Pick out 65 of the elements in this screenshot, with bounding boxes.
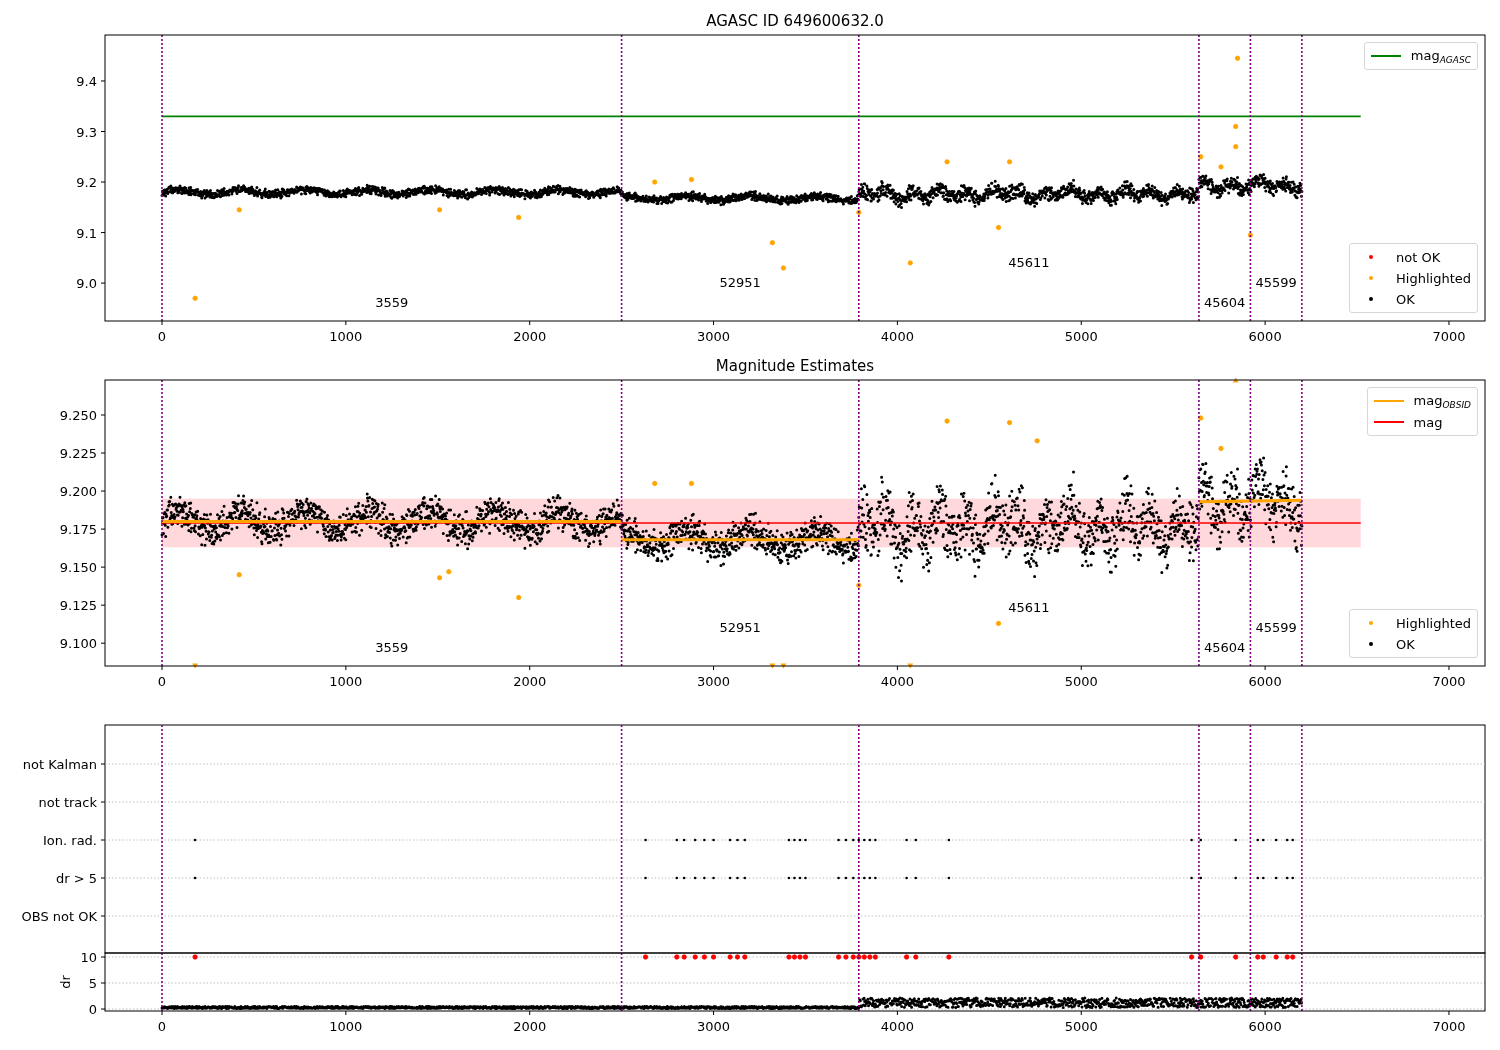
obsid-label: 3559	[375, 295, 409, 310]
axis-label: dr	[58, 975, 73, 989]
tick-label: 4000	[880, 1019, 914, 1034]
tick-label: 6000	[1248, 1019, 1282, 1034]
tick-label: 3000	[697, 1019, 731, 1034]
tick-label: 9.125	[59, 598, 97, 614]
flag-row: dr > 5	[55, 871, 1486, 886]
tick-label: 0	[157, 329, 167, 344]
flag-row: not track	[38, 795, 1486, 810]
tick-label: 9.175	[59, 522, 97, 538]
obsid-label: 45599	[1255, 620, 1297, 635]
flag-row: Ion. rad.	[43, 833, 1486, 848]
tick-label: 9.250	[59, 408, 97, 423]
obsid-label: 45604	[1204, 640, 1246, 655]
tick-label: 7000	[1432, 329, 1466, 344]
tick-label: 2000	[513, 329, 547, 344]
tick-label: 0	[157, 1019, 167, 1034]
tick-label: 5	[88, 976, 97, 991]
tick-label: 7000	[1432, 674, 1466, 689]
tick-label: 4000	[880, 674, 914, 689]
obsid-label: 52951	[719, 620, 761, 635]
chart-title: AGASC ID 649600632.0	[706, 11, 884, 32]
tick-label: 1000	[329, 1019, 363, 1034]
legend-label: OK	[1396, 291, 1415, 307]
obsid-label: 45599	[1255, 275, 1297, 290]
tick-label: 6000	[1248, 329, 1282, 344]
tick-label: 10	[80, 950, 97, 965]
tick-label: 1000	[329, 674, 363, 689]
legend-label: mag	[1413, 414, 1443, 430]
tick-label: 0	[157, 674, 167, 689]
tick-label: 4000	[880, 329, 914, 344]
tick-label: 5000	[1064, 1019, 1098, 1034]
obsid-label: 52951	[719, 275, 761, 290]
tick-label: 9.1	[76, 225, 97, 241]
tick-label: 3000	[697, 329, 731, 344]
tick-label: 9.4	[76, 74, 97, 89]
tick-label: 9.200	[59, 484, 97, 500]
legend-label: OK	[1396, 636, 1415, 652]
obsid-label: 3559	[375, 640, 409, 655]
tick-label: 2000	[513, 1019, 547, 1034]
tick-label: 9.2	[76, 175, 97, 191]
tick-label: 9.100	[59, 636, 97, 652]
legend-label: Highlighted	[1396, 615, 1471, 631]
tick-label: 6000	[1248, 674, 1282, 689]
tick-label: 9.225	[59, 446, 97, 461]
obsid-label: 45611	[1008, 600, 1050, 615]
obsid-label: 45611	[1008, 255, 1050, 270]
tick-label: 3000	[697, 674, 731, 689]
tick-label: 1000	[329, 329, 363, 344]
legend-label: not OK	[1396, 249, 1441, 265]
flag-row: OBS not OK	[21, 909, 1486, 924]
tick-label: 9.150	[59, 560, 97, 576]
tick-label: 0	[88, 1002, 97, 1017]
obsid-label: 45604	[1204, 295, 1246, 310]
chart-title: Magnitude Estimates	[715, 356, 875, 377]
legend-label: mag$_{OBSID}$	[1413, 392, 1471, 410]
tick-label: 2000	[513, 674, 547, 689]
tick-label: 5000	[1064, 329, 1098, 344]
tick-label: 5000	[1064, 674, 1098, 689]
legend-label: Highlighted	[1396, 270, 1471, 286]
legend-label: mag$_{AGASC}$	[1410, 47, 1471, 65]
tick-label: 9.3	[76, 124, 97, 140]
flag-row: not Kalman	[22, 757, 1486, 772]
tick-label: 7000	[1432, 1019, 1466, 1034]
tick-label: 9.0	[76, 276, 97, 292]
